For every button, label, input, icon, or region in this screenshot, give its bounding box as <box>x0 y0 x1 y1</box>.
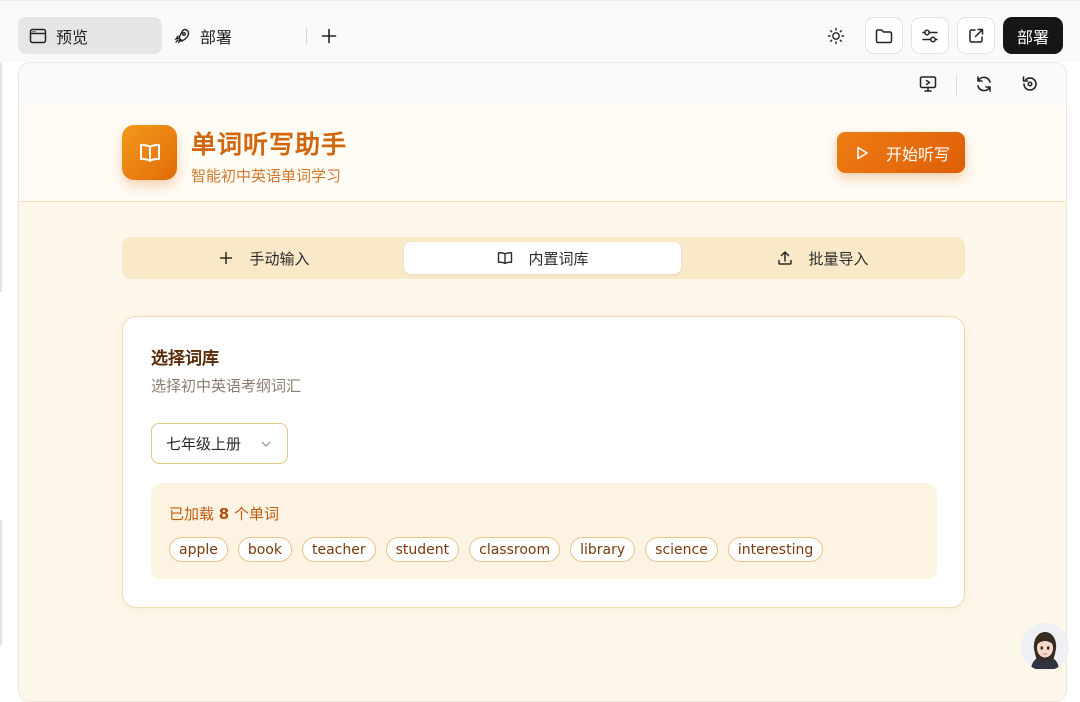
chevron-down-icon <box>261 441 271 447</box>
app-logo <box>122 125 177 180</box>
book-open-icon <box>496 249 514 267</box>
monitor-icon <box>919 76 937 92</box>
history-icon <box>1022 76 1037 91</box>
folder-button[interactable] <box>865 17 903 54</box>
app-subtitle: 智能初中英语单词学习 <box>191 167 342 185</box>
loaded-words-panel: 已加载 8 个单词 apple book teacher student cla… <box>151 483 937 579</box>
tab-deploy-label: 部署 <box>200 27 233 47</box>
refresh-icon <box>977 76 991 92</box>
word-chip: book <box>237 537 292 562</box>
top-bar: 预览 部署 部署 <box>0 0 1080 62</box>
tab-batch-import-label: 批量导入 <box>808 249 869 268</box>
left-panel-edge-lower <box>0 520 2 645</box>
toolbar-separator <box>956 74 957 96</box>
tab-preview-label: 预览 <box>56 27 89 47</box>
window-icon <box>28 26 48 46</box>
folder-icon <box>875 28 893 43</box>
card-title: 选择词库 <box>151 349 219 369</box>
tab-manual-input-label: 手动输入 <box>249 249 310 268</box>
play-icon <box>852 143 872 163</box>
external-link-icon <box>969 28 984 43</box>
input-mode-tabs: 手动输入 内置词库 批量导入 <box>122 237 965 279</box>
theme-toggle-button[interactable] <box>817 17 855 54</box>
sliders-icon <box>922 29 938 42</box>
word-chip: science <box>645 537 718 562</box>
refresh-button[interactable] <box>971 71 997 97</box>
tab-builtin-library[interactable]: 内置词库 <box>404 242 681 274</box>
preview-toolbar <box>19 63 1066 105</box>
card-description: 选择初中英语考纲词汇 <box>151 377 302 395</box>
tab-manual-input[interactable]: 手动输入 <box>127 242 400 274</box>
start-dictation-button[interactable]: 开始听写 <box>837 132 965 173</box>
tab-preview[interactable]: 预览 <box>18 17 162 54</box>
add-tab-button[interactable] <box>316 23 342 49</box>
start-dictation-label: 开始听写 <box>885 144 950 164</box>
library-card: 选择词库 选择初中英语考纲词汇 七年级上册 已加载 8 个单词 apple bo… <box>122 316 965 608</box>
book-open-icon <box>139 143 160 162</box>
tab-batch-import[interactable]: 批量导入 <box>685 242 960 274</box>
rocket-icon <box>172 26 192 46</box>
word-chip: interesting <box>727 537 824 562</box>
plus-icon <box>321 28 337 44</box>
upload-icon <box>776 249 794 267</box>
word-chip: library <box>570 537 636 562</box>
word-chip: apple <box>169 537 228 562</box>
word-chip: teacher <box>301 537 376 562</box>
word-chip: student <box>385 537 460 562</box>
assistant-avatar[interactable] <box>1021 623 1069 671</box>
word-chip-list: apple book teacher student classroom lib… <box>169 537 833 562</box>
tab-builtin-library-label: 内置词库 <box>528 249 589 268</box>
preview-frame: 单词听写助手 智能初中英语单词学习 开始听写 手动输入 内置词库 批量导入 选择… <box>18 62 1067 702</box>
deploy-button[interactable]: 部署 <box>1003 17 1063 54</box>
sun-icon <box>827 27 845 44</box>
loaded-suffix: 个单词 <box>234 505 280 523</box>
grade-select[interactable]: 七年级上册 <box>151 423 288 464</box>
app-header: 单词听写助手 智能初中英语单词学习 开始听写 <box>19 105 1066 202</box>
loaded-count: 8 <box>218 505 230 523</box>
tab-deploy[interactable]: 部署 <box>170 17 306 54</box>
device-view-button[interactable] <box>915 71 941 97</box>
word-chip: classroom <box>469 537 561 562</box>
history-button[interactable] <box>1017 71 1043 97</box>
app-title: 单词听写助手 <box>191 130 348 159</box>
settings-button[interactable] <box>911 17 949 54</box>
grade-select-value: 七年级上册 <box>166 435 242 453</box>
left-panel-edge <box>0 62 2 292</box>
loaded-prefix: 已加载 <box>169 505 215 523</box>
plus-icon <box>217 249 235 267</box>
loaded-count-text: 已加载 8 个单词 <box>169 503 279 524</box>
open-external-button[interactable] <box>957 17 995 54</box>
tab-separator <box>306 27 307 45</box>
